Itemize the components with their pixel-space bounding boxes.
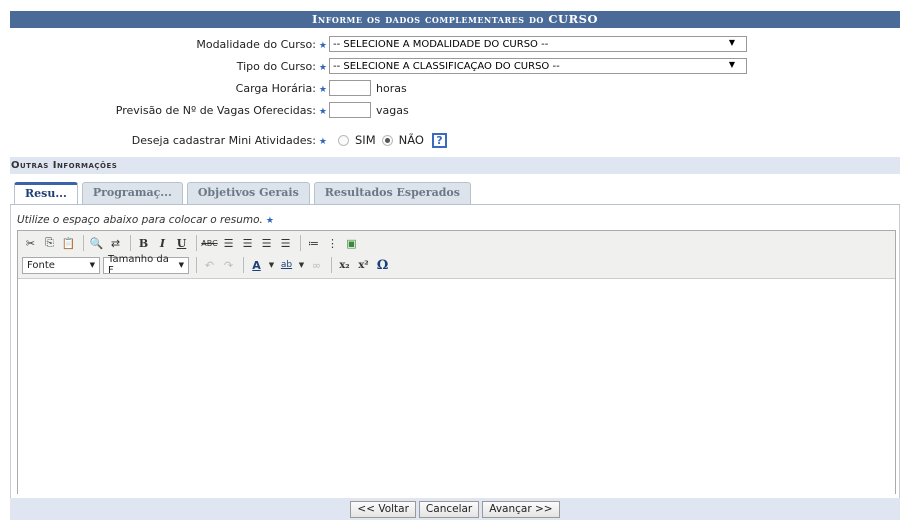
dropdown-arrow-icon: ▼ xyxy=(89,261,95,269)
copy-icon[interactable]: ⎘ xyxy=(41,234,58,252)
toolbar-row-1: ✂ ⎘ 📋 🔍 ⇄ B I U ABC ☰ ☰ ☰ ☰ ≔ ⋮ ▣ xyxy=(22,233,362,253)
row-modalidade: Modalidade do Curso: ★ -- SELECIONE A MOD… xyxy=(10,34,900,54)
vagas-label: Previsão de Nº de Vagas Oferecidas: ★ xyxy=(115,103,327,117)
paste-icon[interactable]: 📋 xyxy=(60,234,77,252)
form-title: Informe os dados complementares do CURSO xyxy=(10,11,900,28)
tipo-select[interactable]: -- SELECIONE A CLASSIFICAÇÃO DO CURSO -- xyxy=(329,58,747,74)
required-star-icon: ★ xyxy=(318,106,327,117)
radio-nao[interactable] xyxy=(381,134,393,146)
next-button[interactable]: Avançar >> xyxy=(482,500,560,518)
strikethrough-icon[interactable]: ABC xyxy=(201,234,218,252)
back-button[interactable]: << Voltar xyxy=(350,500,416,518)
help-icon[interactable]: ? xyxy=(431,132,447,148)
required-star-icon: ★ xyxy=(318,40,327,51)
tab-programacao[interactable]: Programaç... xyxy=(81,182,183,204)
modalidade-select[interactable]: -- SELECIONE A MODALIDADE DO CURSO -- xyxy=(329,36,747,52)
text-color-dropdown-icon[interactable]: ▼ xyxy=(267,256,276,274)
rich-text-editor: ✂ ⎘ 📋 🔍 ⇄ B I U ABC ☰ ☰ ☰ ☰ ≔ ⋮ ▣ Fonte … xyxy=(17,230,896,494)
align-right-icon[interactable]: ☰ xyxy=(258,234,275,252)
align-center-icon[interactable]: ☰ xyxy=(239,234,256,252)
highlight-dropdown-icon[interactable]: ▼ xyxy=(297,256,306,274)
form-area: Modalidade do Curso: ★ -- SELECIONE A MOD… xyxy=(10,28,900,156)
font-select[interactable]: Fonte ▼ xyxy=(22,256,100,274)
text-color-icon[interactable]: A xyxy=(248,256,265,274)
italic-icon[interactable]: I xyxy=(154,234,171,252)
replace-icon[interactable]: ⇄ xyxy=(107,234,124,252)
tab-strip: Resu... Programaç... Objetivos Gerais Re… xyxy=(10,174,900,205)
toolbar-separator xyxy=(130,235,131,251)
row-tipo: Tipo do Curso: ★ -- SELECIONE A CLASSIFIC… xyxy=(10,56,900,76)
tab-resultados-esperados[interactable]: Resultados Esperados xyxy=(313,182,471,204)
modalidade-label: Modalidade do Curso: ★ xyxy=(196,37,327,51)
toolbar-separator xyxy=(196,257,197,273)
editor-toolbar: ✂ ⎘ 📋 🔍 ⇄ B I U ABC ☰ ☰ ☰ ☰ ≔ ⋮ ▣ Fonte … xyxy=(18,231,895,279)
undo-icon[interactable]: ↶ xyxy=(201,256,218,274)
font-size-select[interactable]: Tamanho da F ▼ xyxy=(103,254,189,276)
required-star-icon: ★ xyxy=(318,136,327,147)
link-icon[interactable]: ∞ xyxy=(308,256,325,274)
toolbar-separator xyxy=(300,235,301,251)
special-char-icon[interactable]: Ω xyxy=(374,256,391,274)
tab-objetivos-gerais[interactable]: Objetivos Gerais xyxy=(186,182,310,204)
find-icon[interactable]: 🔍 xyxy=(88,234,105,252)
toolbar-separator xyxy=(243,257,244,273)
carga-unit: horas xyxy=(376,81,407,95)
radio-sim[interactable] xyxy=(338,134,349,146)
tab-resumo[interactable]: Resu... xyxy=(14,182,78,205)
align-justify-icon[interactable]: ☰ xyxy=(277,234,294,252)
tipo-field: -- SELECIONE A CLASSIFICAÇÃO DO CURSO --… xyxy=(329,58,747,74)
modalidade-field: -- SELECIONE A MODALIDADE DO CURSO -- ▼ xyxy=(329,36,747,52)
mini-field: SIM NÃO ? xyxy=(332,132,447,148)
toolbar-separator xyxy=(331,257,332,273)
redo-icon[interactable]: ↷ xyxy=(220,256,237,274)
carga-input[interactable] xyxy=(329,80,371,96)
align-left-icon[interactable]: ☰ xyxy=(220,234,237,252)
vagas-field: vagas xyxy=(329,102,409,118)
image-icon[interactable]: ▣ xyxy=(343,234,360,252)
toolbar-separator xyxy=(196,235,197,251)
superscript-icon[interactable]: x² xyxy=(355,256,372,274)
highlight-color-icon[interactable]: ab xyxy=(278,256,295,274)
cut-icon[interactable]: ✂ xyxy=(22,234,39,252)
cancel-button[interactable]: Cancelar xyxy=(418,500,480,518)
mini-label: Deseja cadastrar Mini Atividades: ★ xyxy=(131,133,327,147)
required-star-icon: ★ xyxy=(318,62,327,73)
editor-hint: Utilize o espaço abaixo para colocar o r… xyxy=(17,214,274,226)
radio-sim-label: SIM xyxy=(355,133,376,147)
underline-icon[interactable]: U xyxy=(173,234,190,252)
tipo-label: Tipo do Curso: ★ xyxy=(236,59,327,73)
required-star-icon: ★ xyxy=(265,216,274,226)
row-carga: Carga Horária: ★ horas xyxy=(10,78,900,98)
row-mini: Deseja cadastrar Mini Atividades: ★ SIM N… xyxy=(10,130,900,150)
carga-label: Carga Horária: ★ xyxy=(235,81,327,95)
footer-bar: << Voltar Cancelar Avançar >> xyxy=(10,498,900,520)
vagas-unit: vagas xyxy=(376,103,409,117)
subscript-icon[interactable]: x₂ xyxy=(336,256,353,274)
radio-nao-label: NÃO xyxy=(398,133,424,147)
editor-panel: Utilize o espaço abaixo para colocar o r… xyxy=(10,205,900,498)
ordered-list-icon[interactable]: ⋮ xyxy=(324,234,341,252)
dropdown-arrow-icon: ▼ xyxy=(178,261,184,269)
tabs: Resu... Programaç... Objetivos Gerais Re… xyxy=(14,182,475,205)
vagas-input[interactable] xyxy=(329,102,371,118)
unordered-list-icon[interactable]: ≔ xyxy=(305,234,322,252)
bold-icon[interactable]: B xyxy=(135,234,152,252)
editor-content-area[interactable] xyxy=(18,279,895,494)
row-vagas: Previsão de Nº de Vagas Oferecidas: ★ vag… xyxy=(10,100,900,120)
carga-field: horas xyxy=(329,80,407,96)
toolbar-row-2: Fonte ▼ Tamanho da F ▼ ↶ ↷ A ▼ ab ▼ ∞ x₂ x… xyxy=(22,254,393,276)
required-star-icon: ★ xyxy=(318,84,327,95)
toolbar-separator xyxy=(83,235,84,251)
section-header: Outras Informações xyxy=(10,157,900,174)
